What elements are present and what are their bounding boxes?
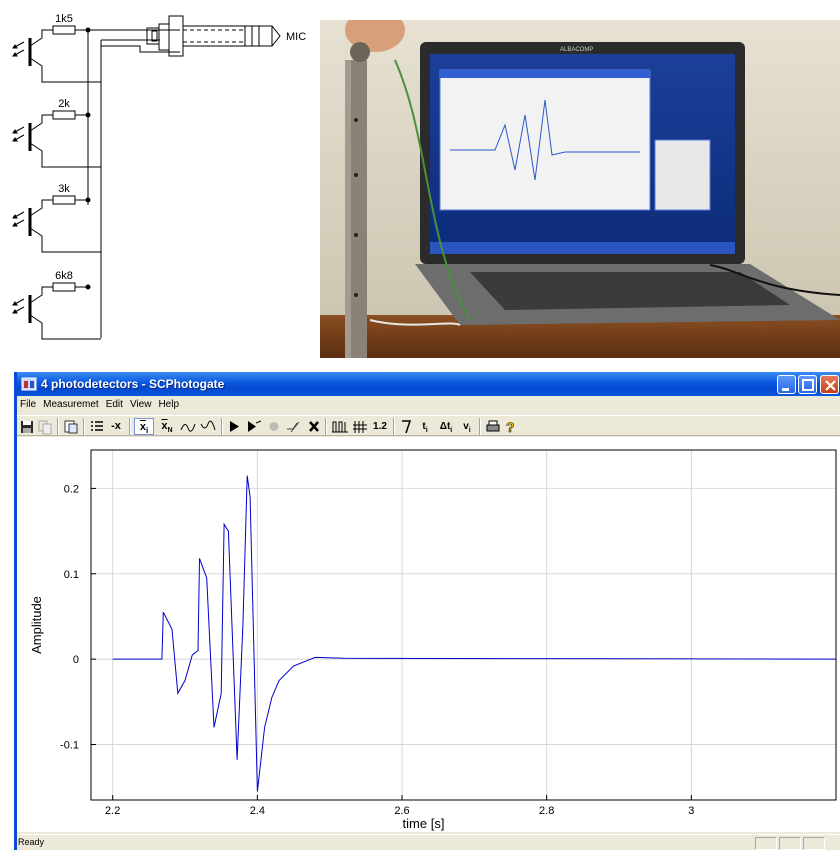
- dti-subscript: i: [450, 427, 453, 434]
- menu-bar: File Measuremet Edit View Help: [17, 396, 840, 414]
- y-axis-label: Amplitude: [29, 596, 44, 654]
- xi-subscript: i: [145, 426, 149, 436]
- y-tick-label: 0.2: [64, 483, 79, 495]
- resistor-label: 3k: [58, 183, 70, 195]
- y-tick-label: -0.1: [60, 740, 79, 752]
- status-text: Ready: [18, 837, 45, 847]
- x-tick-label: 2.8: [539, 805, 554, 817]
- menu-help[interactable]: Help: [155, 396, 183, 410]
- mic-label: MIC: [286, 31, 306, 43]
- x-tick-label: 2.4: [250, 805, 265, 817]
- vi-button[interactable]: vi: [459, 418, 475, 435]
- vi-subscript: i: [468, 427, 471, 434]
- x-tick-label: 2.2: [105, 805, 120, 817]
- maximize-button[interactable]: [798, 375, 817, 394]
- app-window: 4 photodetectors - SCPhotogate File Measu…: [14, 372, 840, 850]
- toolbar: -x xi xN 1.2 ti Δti vi ?: [17, 415, 840, 436]
- y-tick-label: 0: [73, 654, 79, 666]
- laptop-brand: ALBACOMP: [560, 47, 593, 53]
- fit-up-icon[interactable]: [179, 418, 197, 435]
- menu-file[interactable]: File: [17, 396, 40, 410]
- grid-pulse-icon[interactable]: [351, 418, 369, 435]
- window-title: 4 photodetectors - SCPhotogate: [41, 377, 225, 391]
- trigger-icon[interactable]: [285, 418, 303, 435]
- save-icon[interactable]: [19, 418, 35, 435]
- transistor-stage: [12, 282, 101, 340]
- status-panel-2: [779, 837, 801, 850]
- pulse-icon[interactable]: [331, 418, 349, 435]
- dti-label: Δt: [439, 421, 451, 432]
- fit-down-icon[interactable]: [199, 418, 217, 435]
- number-format-button[interactable]: 1.2: [371, 418, 389, 435]
- xn-subscript: N: [167, 427, 173, 435]
- x-axis-label: time [s]: [403, 816, 445, 831]
- ti-subscript: i: [425, 427, 428, 434]
- circuit-schematic: MIC 1k5 2k 3k 6k8: [12, 13, 306, 340]
- paste-icon[interactable]: [63, 418, 79, 435]
- record-icon[interactable]: [267, 418, 281, 435]
- resistor-label: 1k5: [55, 13, 73, 25]
- x-tick-label: 3: [688, 805, 694, 817]
- copy-disabled-icon[interactable]: [37, 418, 53, 435]
- resistor-label: 6k8: [55, 270, 73, 282]
- resistor-label: 2k: [58, 98, 70, 110]
- minimize-button[interactable]: [777, 375, 796, 394]
- stop-icon[interactable]: [307, 418, 321, 435]
- plot-area[interactable]: 2.2 2.4 2.6 2.8 3 -0.1 0 0.1 0.2 time [s] Ampli…: [17, 437, 840, 832]
- cursor-icon[interactable]: [399, 418, 413, 435]
- maximize-icon: [802, 379, 814, 391]
- help-icon[interactable]: ?: [503, 418, 517, 435]
- amplitude-chart[interactable]: 2.2 2.4 2.6 2.8 3 -0.100.10.2 time [s] Ampli…: [17, 437, 840, 832]
- y-tick-label: 0.1: [64, 569, 79, 581]
- menu-view[interactable]: View: [127, 396, 156, 410]
- app-icon[interactable]: [21, 376, 37, 392]
- menu-edit[interactable]: Edit: [103, 396, 127, 410]
- list-icon[interactable]: [89, 418, 105, 435]
- close-icon: [825, 380, 836, 391]
- xi-button[interactable]: xi: [134, 418, 154, 435]
- print-icon[interactable]: [485, 418, 501, 435]
- status-panel-1: [755, 837, 777, 850]
- delete-column-button[interactable]: -x: [107, 418, 125, 435]
- status-bar: Ready: [17, 834, 840, 850]
- close-button[interactable]: [820, 375, 839, 394]
- xn-button[interactable]: xN: [157, 418, 177, 435]
- minimize-icon: [782, 388, 789, 391]
- setup-photo: ALBACOMP: [320, 20, 840, 358]
- title-bar[interactable]: 4 photodetectors - SCPhotogate: [17, 372, 840, 396]
- play-trigger-icon[interactable]: [245, 418, 263, 435]
- svg-text:?: ?: [506, 419, 515, 435]
- status-panel-3: [803, 837, 825, 850]
- play-icon[interactable]: [227, 418, 241, 435]
- menu-measurement[interactable]: Measuremet: [40, 396, 103, 410]
- dti-button[interactable]: Δti: [435, 418, 457, 435]
- ti-button[interactable]: ti: [417, 418, 433, 435]
